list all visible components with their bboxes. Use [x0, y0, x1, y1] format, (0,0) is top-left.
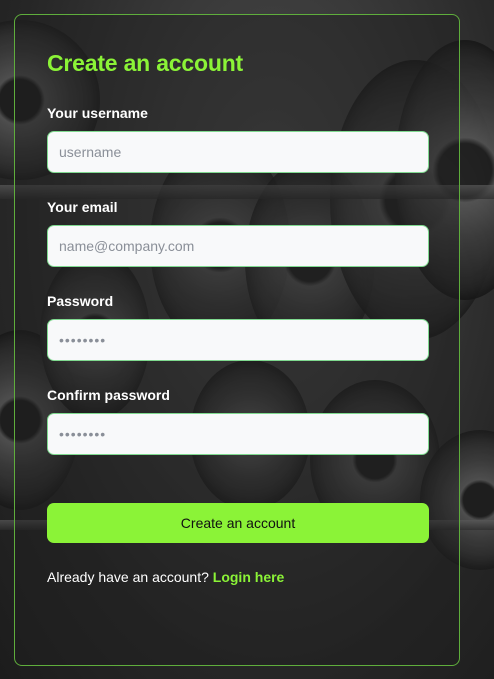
login-link[interactable]: Login here	[213, 569, 285, 585]
login-prompt-text: Already have an account?	[47, 569, 213, 585]
password-label: Password	[47, 293, 114, 309]
create-account-button[interactable]: Create an account	[47, 503, 429, 543]
page-title: Create an account	[47, 50, 243, 76]
email-input[interactable]	[47, 225, 429, 267]
confirm-password-input[interactable]	[47, 413, 429, 455]
login-prompt: Already have an account? Login here	[47, 569, 284, 585]
email-label: Your email	[47, 199, 118, 215]
password-input[interactable]	[47, 319, 429, 361]
username-label: Your username	[47, 105, 148, 121]
confirm-password-label: Confirm password	[47, 387, 170, 403]
username-input[interactable]	[47, 131, 429, 173]
